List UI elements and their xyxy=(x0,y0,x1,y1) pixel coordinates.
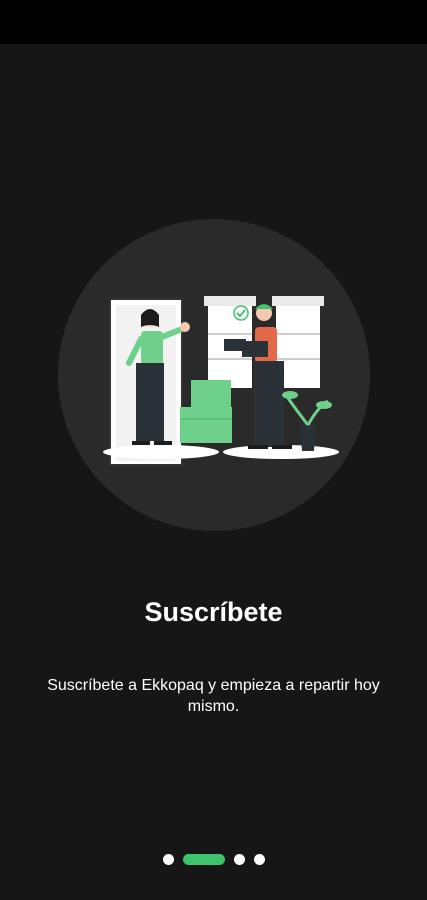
status-bar xyxy=(0,0,427,44)
onboarding-screen: Suscríbete Suscríbete a Ekkopaq y empiez… xyxy=(0,44,427,900)
onboarding-title: Suscríbete xyxy=(144,597,283,627)
onboarding-description: Suscríbete a Ekkopaq y empieza a reparti… xyxy=(47,677,380,715)
page-dot-1[interactable] xyxy=(162,853,174,865)
page-dot-2-active[interactable] xyxy=(182,853,225,865)
page-indicator xyxy=(0,852,427,866)
page-dot-4[interactable] xyxy=(253,853,265,865)
delivery-handoff-illustration xyxy=(58,219,370,531)
page-dot-3[interactable] xyxy=(233,853,245,865)
